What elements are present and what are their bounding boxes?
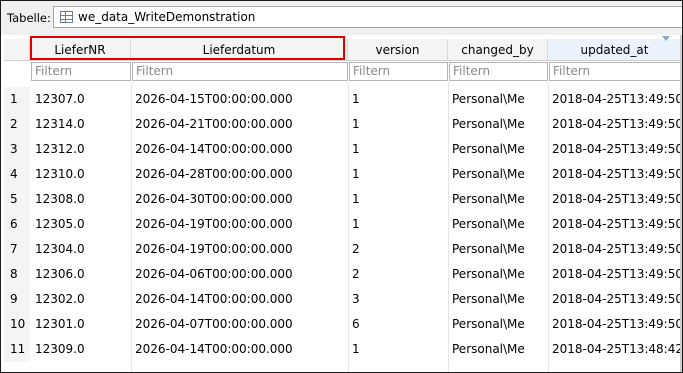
table-row[interactable]: 3 12312.0 2026-04-14T00:00:00.000 1 Pers… xyxy=(4,137,682,162)
table-row[interactable]: 6 12305.0 2026-04-19T00:00:00.000 1 Pers… xyxy=(4,212,682,237)
row-number[interactable]: 2 xyxy=(4,112,30,137)
cell-liefernr[interactable]: 12302.0 xyxy=(35,287,129,312)
table-row[interactable]: 2 12314.0 2026-04-21T00:00:00.000 1 Pers… xyxy=(4,112,682,137)
cell-version[interactable]: 1 xyxy=(352,337,446,362)
table-row[interactable]: 1 12307.0 2026-04-15T00:00:00.000 1 Pers… xyxy=(4,87,682,112)
cell-liefernr[interactable]: 12305.0 xyxy=(35,212,129,237)
cell-updated-at[interactable]: 2018-04-25T13:49:50. xyxy=(552,162,682,187)
cell-lieferdatum[interactable]: 2026-04-14T00:00:00.000 xyxy=(135,287,345,312)
cell-liefernr[interactable]: 12312.0 xyxy=(35,137,129,162)
row-number[interactable]: 9 xyxy=(4,287,30,312)
cell-updated-at[interactable]: 2018-04-25T13:49:50. xyxy=(552,312,682,337)
filter-input-updated-at[interactable]: Filtern xyxy=(549,62,682,81)
cell-lieferdatum[interactable]: 2026-04-28T00:00:00.000 xyxy=(135,162,345,187)
cell-version[interactable]: 2 xyxy=(352,262,446,287)
cell-updated-at[interactable]: 2018-04-25T13:49:50. xyxy=(552,262,682,287)
cell-changed-by[interactable]: Personal\Me xyxy=(452,87,546,112)
row-number[interactable]: 7 xyxy=(4,237,30,262)
cell-liefernr[interactable]: 12307.0 xyxy=(35,87,129,112)
cell-version[interactable]: 1 xyxy=(352,187,446,212)
cell-changed-by[interactable]: Personal\Me xyxy=(452,287,546,312)
filter-input-version[interactable]: Filtern xyxy=(349,62,448,81)
row-number[interactable]: 8 xyxy=(4,262,30,287)
row-number[interactable]: 5 xyxy=(4,187,30,212)
cell-changed-by[interactable]: Personal\Me xyxy=(452,312,546,337)
cell-lieferdatum[interactable]: 2026-04-07T00:00:00.000 xyxy=(135,312,345,337)
cell-liefernr[interactable]: 12301.0 xyxy=(35,312,129,337)
table-row[interactable]: 4 12310.0 2026-04-28T00:00:00.000 1 Pers… xyxy=(4,162,682,187)
row-number[interactable]: 3 xyxy=(4,137,30,162)
cell-updated-at[interactable]: 2018-04-25T13:49:50. xyxy=(552,212,682,237)
vertical-scrollbar[interactable] xyxy=(680,35,682,372)
column-header-version[interactable]: version xyxy=(348,39,448,61)
cell-version[interactable]: 1 xyxy=(352,112,446,137)
cell-changed-by[interactable]: Personal\Me xyxy=(452,337,546,362)
filter-input-liefernr[interactable]: Filtern xyxy=(31,62,131,81)
cell-lieferdatum[interactable]: 2026-04-14T00:00:00.000 xyxy=(135,137,345,162)
cell-version[interactable]: 6 xyxy=(352,312,446,337)
filter-input-changed-by[interactable]: Filtern xyxy=(449,62,548,81)
cell-updated-at[interactable]: 2018-04-25T13:49:50. xyxy=(552,187,682,212)
cell-lieferdatum[interactable]: 2026-04-30T00:00:00.000 xyxy=(135,187,345,212)
cell-updated-at[interactable]: 2018-04-25T13:49:50. xyxy=(552,112,682,137)
column-header-liefernr[interactable]: LieferNR xyxy=(30,39,131,61)
app-window: Tabelle: we_data_WriteDemonstration Lief… xyxy=(0,0,683,373)
row-number[interactable]: 10 xyxy=(4,312,30,337)
row-number[interactable]: 6 xyxy=(4,212,30,237)
cell-liefernr[interactable]: 12309.0 xyxy=(35,337,129,362)
cell-version[interactable]: 1 xyxy=(352,212,446,237)
cell-liefernr[interactable]: 12304.0 xyxy=(35,237,129,262)
cell-liefernr[interactable]: 12306.0 xyxy=(35,262,129,287)
cell-changed-by[interactable]: Personal\Me xyxy=(452,137,546,162)
cell-version[interactable]: 2 xyxy=(352,237,446,262)
cell-updated-at[interactable]: 2018-04-25T13:49:50. xyxy=(552,137,682,162)
row-number[interactable]: 11 xyxy=(4,337,30,362)
sort-indicator-icon xyxy=(662,36,670,41)
cell-updated-at[interactable]: 2018-04-25T13:48:42. xyxy=(552,337,682,362)
column-header-updated-at[interactable]: updated_at xyxy=(548,39,682,61)
grid-corner xyxy=(4,39,30,61)
filter-input-lieferdatum[interactable]: Filtern xyxy=(132,62,348,81)
table-selector[interactable]: we_data_WriteDemonstration xyxy=(53,6,682,28)
table-row[interactable]: 5 12308.0 2026-04-30T00:00:00.000 1 Pers… xyxy=(4,187,682,212)
cell-lieferdatum[interactable]: 2026-04-06T00:00:00.000 xyxy=(135,262,345,287)
table-row[interactable]: 8 12306.0 2026-04-06T00:00:00.000 2 Pers… xyxy=(4,262,682,287)
cell-changed-by[interactable]: Personal\Me xyxy=(452,187,546,212)
cell-updated-at[interactable]: 2018-04-25T13:49:50. xyxy=(552,287,682,312)
cell-liefernr[interactable]: 12314.0 xyxy=(35,112,129,137)
column-header-lieferdatum[interactable]: Lieferdatum xyxy=(131,39,348,61)
cell-lieferdatum[interactable]: 2026-04-15T00:00:00.000 xyxy=(135,87,345,112)
table-row[interactable]: 11 12309.0 2026-04-14T00:00:00.000 1 Per… xyxy=(4,337,682,362)
cell-changed-by[interactable]: Personal\Me xyxy=(452,262,546,287)
table-row[interactable]: 9 12302.0 2026-04-14T00:00:00.000 3 Pers… xyxy=(4,287,682,312)
cell-changed-by[interactable]: Personal\Me xyxy=(452,162,546,187)
cell-version[interactable]: 1 xyxy=(352,87,446,112)
table-row[interactable]: 7 12304.0 2026-04-19T00:00:00.000 2 Pers… xyxy=(4,237,682,262)
table-icon xyxy=(60,11,73,23)
cell-version[interactable]: 1 xyxy=(352,137,446,162)
cell-changed-by[interactable]: Personal\Me xyxy=(452,237,546,262)
row-number[interactable]: 1 xyxy=(4,87,30,112)
cell-lieferdatum[interactable]: 2026-04-21T00:00:00.000 xyxy=(135,112,345,137)
cell-lieferdatum[interactable]: 2026-04-19T00:00:00.000 xyxy=(135,212,345,237)
cell-version[interactable]: 3 xyxy=(352,287,446,312)
table-label: Tabelle: xyxy=(7,11,51,25)
cell-liefernr[interactable]: 12310.0 xyxy=(35,162,129,187)
cell-version[interactable]: 1 xyxy=(352,162,446,187)
cell-changed-by[interactable]: Personal\Me xyxy=(452,212,546,237)
toolbar: Tabelle: we_data_WriteDemonstration xyxy=(1,1,682,35)
cell-lieferdatum[interactable]: 2026-04-14T00:00:00.000 xyxy=(135,337,345,362)
cell-changed-by[interactable]: Personal\Me xyxy=(452,112,546,137)
row-number[interactable]: 4 xyxy=(4,162,30,187)
column-header-changed-by[interactable]: changed_by xyxy=(448,39,548,61)
cell-updated-at[interactable]: 2018-04-25T13:49:50. xyxy=(552,237,682,262)
data-grid: LieferNR Lieferdatum version changed_by … xyxy=(4,35,682,372)
cell-lieferdatum[interactable]: 2026-04-19T00:00:00.000 xyxy=(135,237,345,262)
table-row[interactable]: 10 12301.0 2026-04-07T00:00:00.000 6 Per… xyxy=(4,312,682,337)
cell-liefernr[interactable]: 12308.0 xyxy=(35,187,129,212)
table-name: we_data_WriteDemonstration xyxy=(78,10,256,24)
cell-updated-at[interactable]: 2018-04-25T13:49:50. xyxy=(552,87,682,112)
